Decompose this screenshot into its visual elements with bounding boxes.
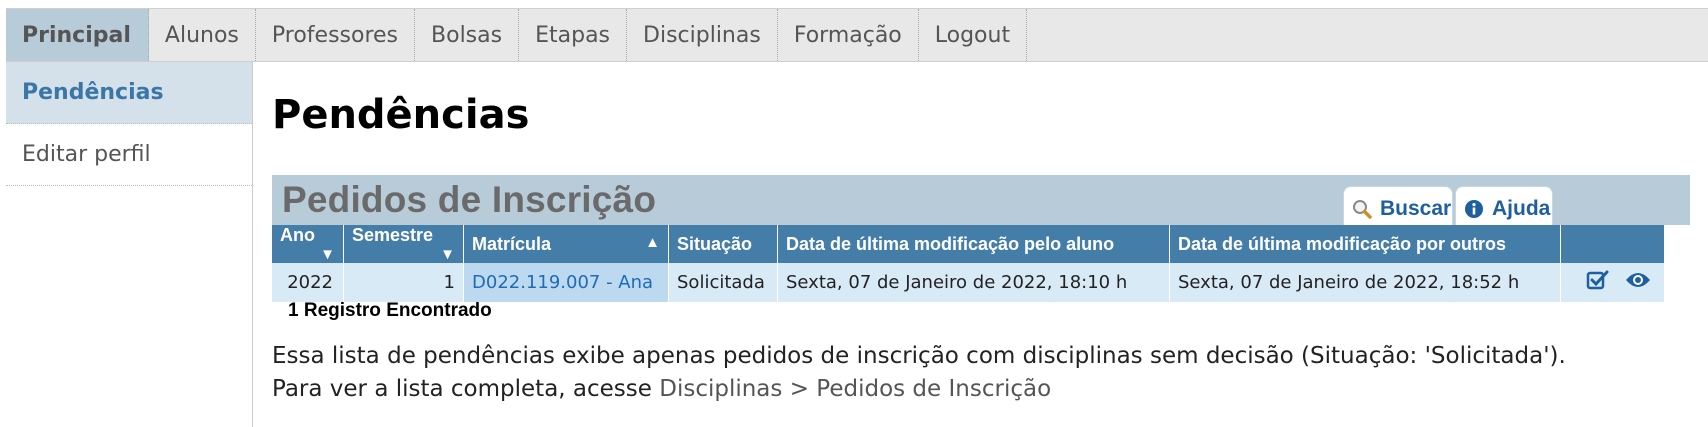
disciplinas-pedidos-link[interactable]: Disciplinas > Pedidos de Inscrição: [659, 376, 1051, 402]
tab-etapas[interactable]: Etapas: [519, 9, 628, 61]
sidebar-item-editar-perfil[interactable]: Editar perfil: [6, 124, 252, 186]
column-header-mod-aluno[interactable]: Data de última modificação pelo aluno: [777, 225, 1170, 263]
tab-logout[interactable]: Logout: [919, 9, 1028, 61]
info-note: Essa lista de pendências exibe apenas pe…: [272, 340, 1566, 406]
tab-principal[interactable]: Principal: [6, 9, 149, 61]
sidebar-item-pendencias[interactable]: Pendências: [6, 62, 252, 124]
cell-mod-aluno: Sexta, 07 de Janeiro de 2022, 18:10 h: [777, 263, 1170, 302]
sort-desc-icon: ▼: [320, 246, 335, 263]
magnifier-icon: [1352, 199, 1372, 219]
cell-mod-outros: Sexta, 07 de Janeiro de 2022, 18:52 h: [1169, 263, 1561, 302]
help-label: Ajuda: [1492, 196, 1551, 220]
requests-table: Ano ▼ Semestre ▼ Matrícula ▲ Situação Da…: [272, 225, 1665, 302]
column-header-situacao[interactable]: Situação: [668, 225, 778, 263]
tab-formacao[interactable]: Formação: [778, 9, 919, 61]
table-row: 2022 1 D022.119.007 - Ana Solicitada Sex…: [272, 263, 1665, 302]
panel-title: Pedidos de Inscrição: [282, 179, 657, 220]
search-button[interactable]: Buscar: [1343, 186, 1453, 230]
column-header-matricula[interactable]: Matrícula ▲: [463, 225, 669, 263]
sidebar: Pendências Editar perfil: [6, 62, 253, 427]
column-header-semestre[interactable]: Semestre ▼: [343, 225, 464, 263]
column-header-actions: [1560, 225, 1665, 263]
tab-alunos[interactable]: Alunos: [149, 9, 256, 61]
sort-desc-icon: ▼: [440, 246, 455, 263]
tab-professores[interactable]: Professores: [256, 9, 416, 61]
tab-bolsas[interactable]: Bolsas: [415, 9, 520, 61]
note-line-2-prefix: Para ver a lista completa, acesse: [272, 376, 660, 402]
cell-situacao: Solicitada: [668, 263, 778, 302]
edit-checkbox-icon[interactable]: [1586, 269, 1610, 296]
matricula-link[interactable]: D022.119.007 - Ana: [472, 272, 653, 293]
note-line-2: Para ver a lista completa, acesse Discip…: [272, 373, 1566, 406]
eye-icon[interactable]: [1624, 270, 1652, 295]
help-button[interactable]: Ajuda: [1455, 186, 1553, 230]
column-label: Semestre: [352, 225, 434, 245]
tab-disciplinas[interactable]: Disciplinas: [627, 9, 778, 61]
cell-matricula: D022.119.007 - Ana: [463, 263, 669, 302]
cell-ano: 2022: [272, 263, 344, 302]
column-header-ano[interactable]: Ano ▼: [272, 225, 344, 263]
cell-semestre: 1: [343, 263, 464, 302]
sort-asc-icon: ▲: [645, 233, 660, 251]
top-navigation: Principal Alunos Professores Bolsas Etap…: [6, 8, 1708, 62]
requests-panel: Pedidos de Inscrição Buscar Ajuda Ano ▼ …: [272, 175, 1690, 302]
search-label: Buscar: [1380, 196, 1452, 220]
column-header-mod-outros[interactable]: Data de última modificação por outros: [1169, 225, 1561, 263]
column-label: Matrícula: [472, 233, 552, 254]
info-icon: [1464, 199, 1484, 219]
column-label: Ano: [280, 225, 315, 245]
note-line-1: Essa lista de pendências exibe apenas pe…: [272, 343, 1566, 369]
panel-header: Pedidos de Inscrição Buscar Ajuda: [272, 175, 1690, 230]
record-count: 1 Registro Encontrado: [288, 300, 492, 321]
cell-actions: [1560, 263, 1665, 302]
page-title: Pendências: [272, 92, 530, 138]
